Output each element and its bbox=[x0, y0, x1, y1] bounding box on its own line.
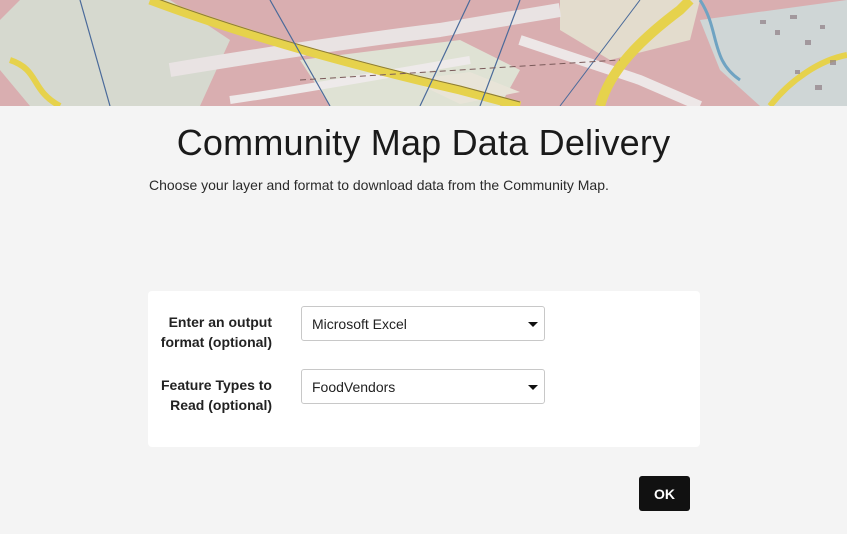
caret-down-icon bbox=[528, 385, 538, 390]
page-subtitle: Choose your layer and format to download… bbox=[149, 177, 609, 193]
output-format-label: Enter an output format (optional) bbox=[132, 312, 272, 352]
feature-types-label-line1: Feature Types to bbox=[161, 377, 272, 393]
output-format-label-line2: format (optional) bbox=[160, 334, 272, 350]
options-card: Enter an output format (optional) Micros… bbox=[148, 291, 700, 447]
map-banner-image bbox=[0, 0, 847, 106]
feature-types-value: FoodVendors bbox=[312, 379, 396, 395]
feature-types-select[interactable]: FoodVendors bbox=[301, 369, 545, 404]
output-format-select[interactable]: Microsoft Excel bbox=[301, 306, 545, 341]
feature-types-label: Feature Types to Read (optional) bbox=[132, 375, 272, 415]
output-format-value: Microsoft Excel bbox=[312, 316, 407, 332]
feature-types-label-line2: Read (optional) bbox=[170, 397, 272, 413]
caret-down-icon bbox=[528, 322, 538, 327]
page-title: Community Map Data Delivery bbox=[176, 122, 671, 163]
ok-button[interactable]: OK bbox=[639, 476, 690, 511]
output-format-label-line1: Enter an output bbox=[168, 314, 272, 330]
